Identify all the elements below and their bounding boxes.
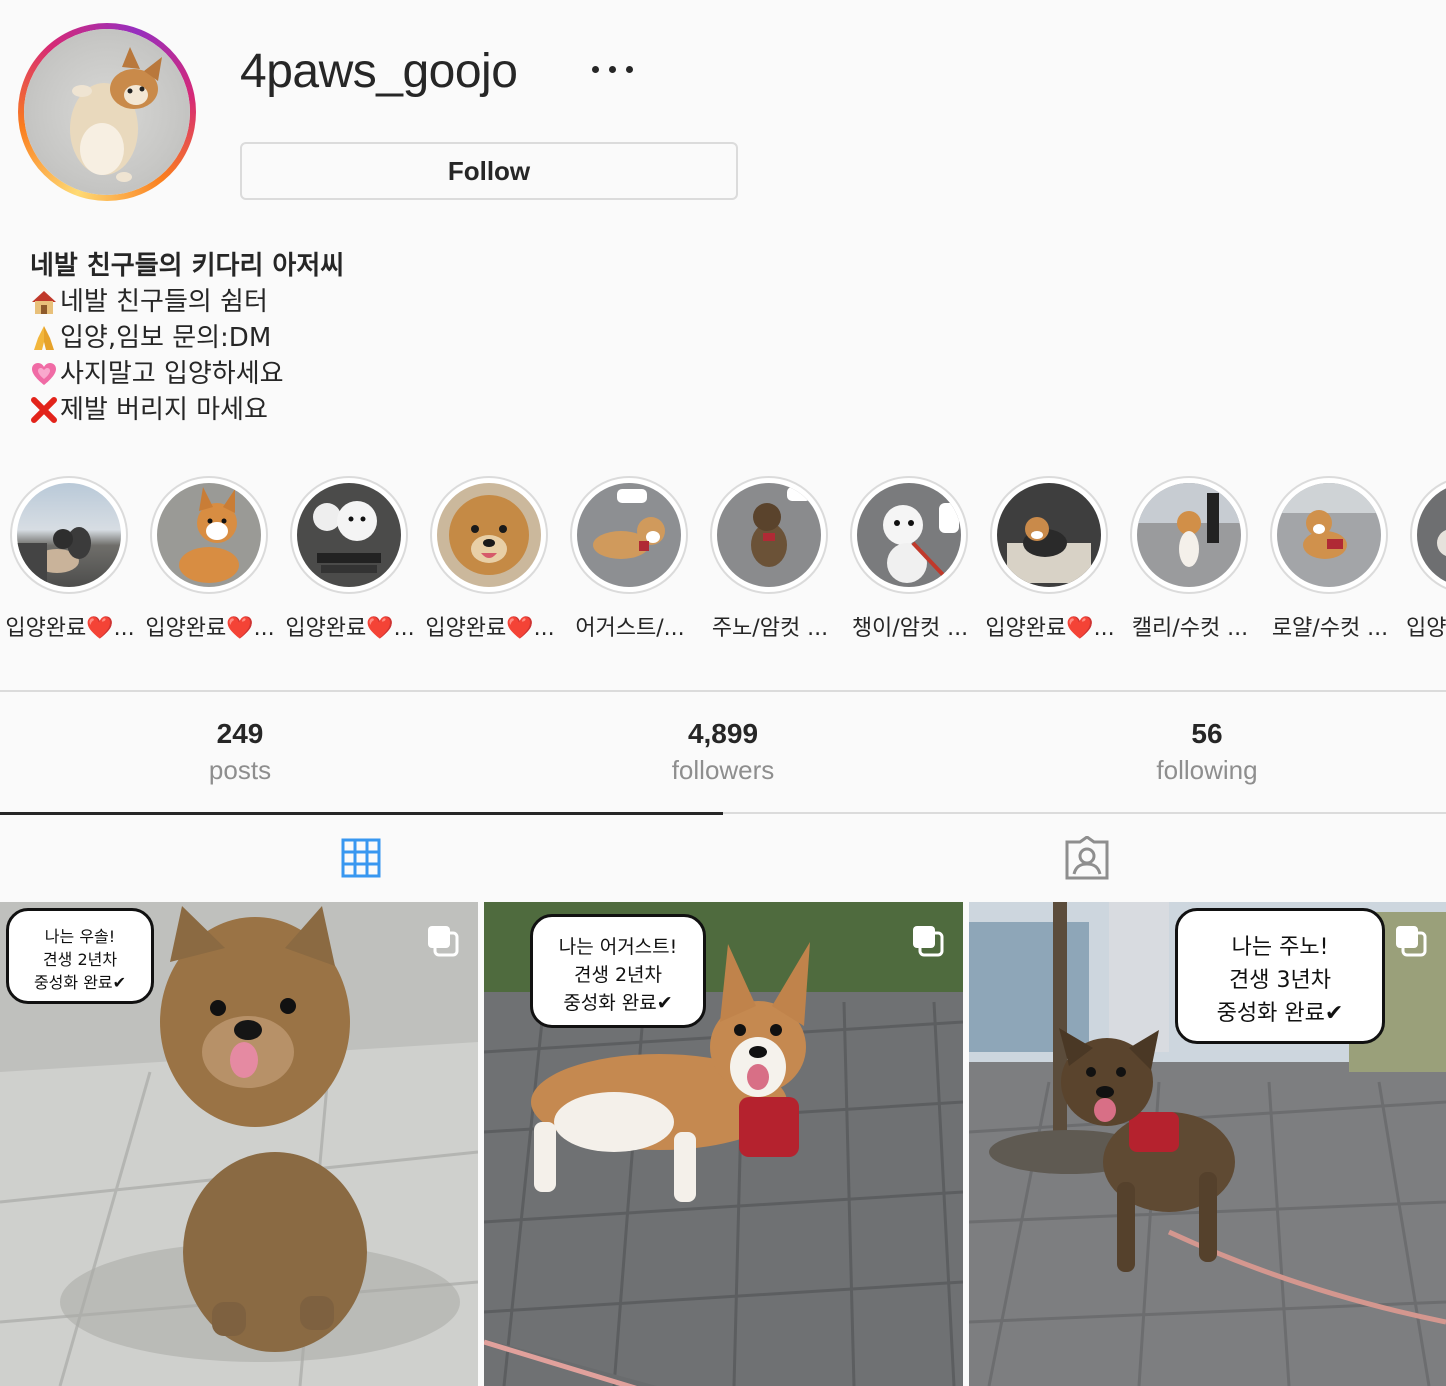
bio-line: 입양,임보 문의:DM	[30, 320, 344, 356]
red-cross-emoji-icon	[30, 396, 58, 424]
followers-count[interactable]: 4,899 followers	[573, 712, 873, 784]
ellipsis-icon[interactable]	[590, 58, 636, 82]
highlight-label: 챙이/암컷 ...	[851, 616, 969, 641]
highlight-label: 입양완료❤️...	[985, 616, 1115, 641]
highlight-ring	[150, 476, 268, 594]
follow-button[interactable]: Follow	[240, 142, 738, 200]
highlight-ring	[850, 476, 968, 594]
highlight-ring	[710, 476, 828, 594]
bubble-line: 나는 우솔!	[44, 927, 116, 946]
bio-line-text: 입양,임보 문의:DM	[60, 323, 272, 353]
bubble-line: 견생 3년차	[1229, 968, 1331, 993]
carousel-icon	[428, 926, 459, 957]
bio-line-text: 제발 버리지 마세요	[60, 395, 268, 425]
bubble-line: 견생 2년차	[42, 950, 118, 969]
highlight-ring	[990, 476, 1108, 594]
bubble-line: 나는 주노!	[1231, 935, 1329, 960]
highlight-label: 입양완료❤️...	[5, 616, 135, 641]
highlight-thumbnail	[297, 483, 401, 587]
following-count-value: 56	[1191, 718, 1223, 749]
highlight-label: 캘리/수컷 ...	[1131, 616, 1249, 641]
highlight-label: 로얄/수컷 ...	[1271, 616, 1389, 641]
ellipsis-dot	[626, 66, 633, 73]
post-thumbnail[interactable]: 나는 주노! 견생 3년차 중성화 완료✔	[969, 902, 1446, 1386]
avatar-photo	[24, 29, 190, 195]
bio-line-text: 네발 친구들의 쉼터	[60, 287, 268, 317]
growing-heart-emoji-icon	[30, 360, 58, 388]
highlight-label: 입양	[1406, 616, 1446, 641]
highlight-label: 입양완료❤️...	[425, 616, 555, 641]
highlight-label: 입양완료❤️...	[145, 616, 275, 641]
carousel-icon	[913, 926, 944, 957]
speech-bubble: 나는 어거스트! 견생 2년차 중성화 완료✔	[530, 914, 706, 1028]
highlight-thumbnail	[717, 483, 821, 587]
bubble-line: 중성화 완료✔	[33, 973, 127, 992]
following-count[interactable]: 56 following	[1057, 712, 1357, 784]
bio-name: 네발 친구들의 키다리 아저씨	[30, 251, 345, 281]
highlight-ring	[1270, 476, 1388, 594]
speech-bubble: 나는 우솔! 견생 2년차 중성화 완료✔	[6, 908, 154, 1004]
bubble-line: 중성화 완료✔	[1216, 1001, 1344, 1026]
highlight-thumbnail	[157, 483, 261, 587]
tagged-icon	[1065, 836, 1109, 880]
highlight-thumbnail	[1417, 483, 1446, 587]
highlight-thumbnail	[1277, 483, 1381, 587]
folded-hands-emoji-icon	[30, 324, 58, 352]
highlight-ring	[430, 476, 548, 594]
bio-line: 네발 친구들의 쉼터	[30, 284, 344, 320]
carousel-icon	[1396, 926, 1427, 957]
highlight-thumbnail	[17, 483, 121, 587]
tab-posts-grid[interactable]	[331, 830, 391, 886]
highlight-thumbnail	[857, 483, 961, 587]
ellipsis-dot	[592, 66, 599, 73]
house-emoji-icon	[30, 288, 58, 316]
ellipsis-dot	[609, 66, 616, 73]
highlight-ring	[10, 476, 128, 594]
stats-divider	[0, 690, 1446, 692]
highlight-thumbnail	[437, 483, 541, 587]
highlight-thumbnail	[997, 483, 1101, 587]
bio-line: 사지말고 입양하세요	[30, 356, 344, 392]
profile-avatar[interactable]	[18, 23, 196, 201]
bio-line: 제발 버리지 마세요	[30, 392, 344, 428]
highlight-thumbnail	[1137, 483, 1241, 587]
tab-tagged[interactable]	[1057, 830, 1117, 886]
post-thumbnail[interactable]: 나는 어거스트! 견생 2년차 중성화 완료✔	[484, 902, 963, 1386]
posts-count-label: posts	[208, 755, 272, 785]
highlight-ring	[290, 476, 408, 594]
highlight-label: 어거스트/...	[575, 616, 685, 641]
grid-icon	[341, 838, 381, 878]
story-highlights: 입양완료❤️... 입양완료❤️... 입양완료❤️... 입양완료❤️... …	[0, 470, 1446, 650]
speech-bubble: 나는 주노! 견생 3년차 중성화 완료✔	[1175, 908, 1385, 1044]
highlight-thumbnail	[577, 483, 681, 587]
posts-count[interactable]: 249 posts	[90, 712, 390, 784]
highlight-ring	[570, 476, 688, 594]
highlight-label: 주노/암컷 ...	[711, 616, 829, 641]
profile-username: 4paws_goojo	[240, 45, 518, 98]
bubble-line: 나는 어거스트!	[558, 936, 678, 958]
highlight-label: 입양완료❤️...	[285, 616, 415, 641]
posts-count-value: 249	[216, 718, 264, 749]
profile-bio: 네발 친구들의 키다리 아저씨 네발 친구들의 쉼터 입양,임보 문의:DM 사…	[30, 248, 344, 428]
active-tab-indicator	[0, 812, 723, 815]
bubble-line: 견생 2년차	[573, 964, 663, 986]
post-thumbnail[interactable]: 나는 우솔! 견생 2년차 중성화 완료✔	[0, 902, 478, 1386]
highlight-ring	[1410, 476, 1446, 594]
bio-line-text: 사지말고 입양하세요	[60, 359, 284, 389]
followers-count-label: followers	[671, 755, 775, 785]
highlight-ring	[1130, 476, 1248, 594]
followers-count-value: 4,899	[687, 718, 759, 749]
following-count-label: following	[1156, 755, 1258, 785]
bubble-line: 중성화 완료✔	[563, 992, 673, 1014]
